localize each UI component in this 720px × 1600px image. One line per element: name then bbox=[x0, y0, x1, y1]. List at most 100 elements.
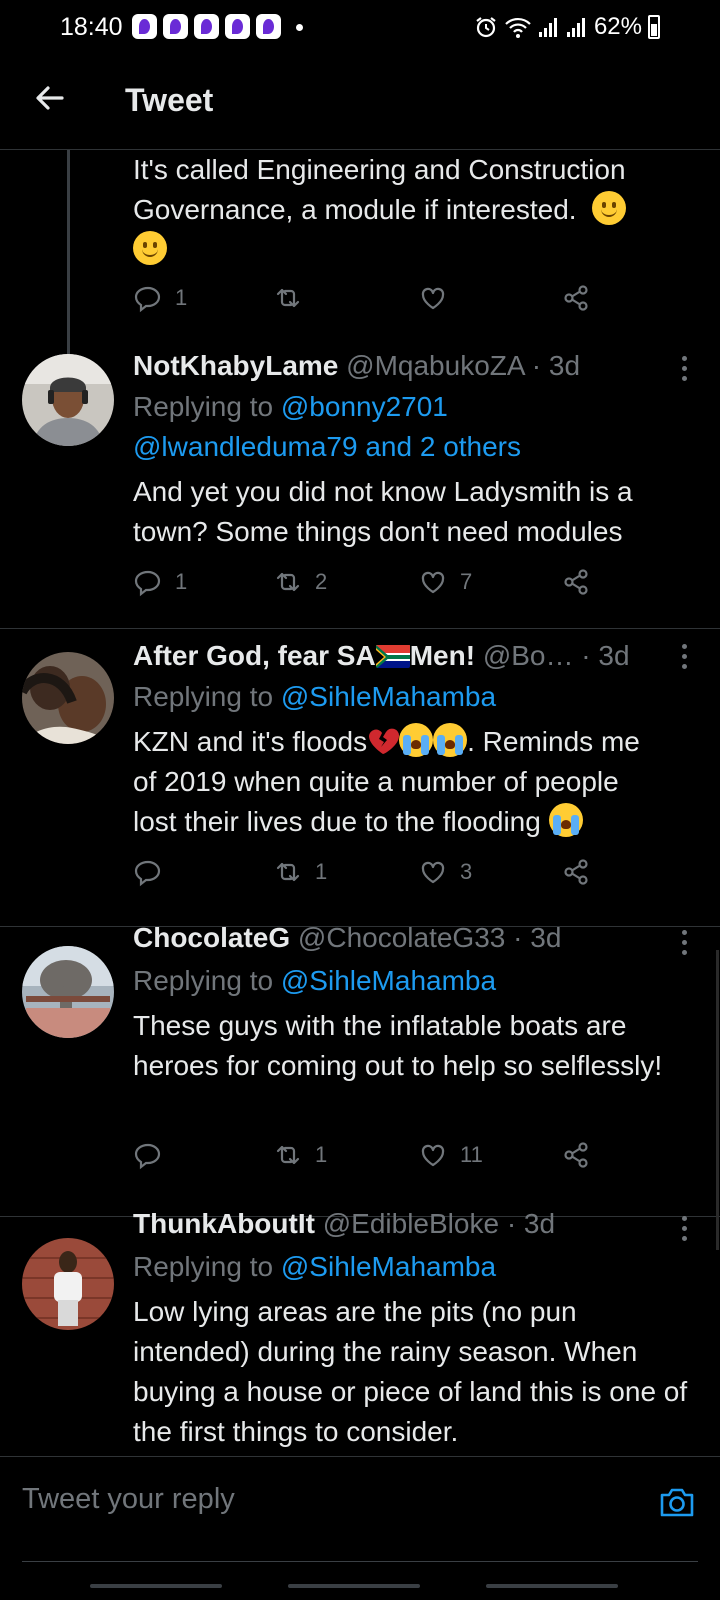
reply-icon bbox=[134, 860, 161, 887]
retweet-button[interactable]: 1 bbox=[273, 857, 327, 887]
retweet-count: 1 bbox=[315, 1142, 328, 1167]
like-button[interactable]: 3 bbox=[418, 857, 472, 887]
replying-to: Replying to @SihleMahamba bbox=[133, 961, 496, 1001]
tweet-text: Low lying areas are the pits (no pun int… bbox=[133, 1296, 688, 1447]
camera-icon[interactable] bbox=[658, 1485, 696, 1521]
author-name[interactable]: NotKhabyLame bbox=[133, 350, 338, 381]
south-africa-flag-emoji bbox=[375, 644, 410, 668]
alarm-icon bbox=[476, 17, 496, 38]
tweet-time: · 3d bbox=[506, 1208, 556, 1239]
tweet-time: · 3d bbox=[513, 922, 562, 953]
share-icon bbox=[564, 1142, 588, 1168]
crying-face-emoji bbox=[399, 723, 434, 757]
retweet-button[interactable]: 1 bbox=[273, 1140, 327, 1170]
avatar[interactable] bbox=[22, 652, 114, 744]
like-count: 7 bbox=[460, 569, 473, 594]
tweet-text-part: Governance, a module if interested. bbox=[133, 194, 577, 225]
retweet-icon bbox=[276, 862, 300, 882]
like-button[interactable] bbox=[418, 283, 460, 313]
p-app-icon bbox=[132, 14, 157, 39]
more-options-icon[interactable] bbox=[682, 356, 688, 382]
share-button[interactable] bbox=[561, 283, 591, 313]
p-app-icon bbox=[225, 14, 250, 39]
crying-face-emoji bbox=[433, 723, 468, 757]
arrow-left-icon[interactable] bbox=[32, 80, 68, 116]
mention-link[interactable]: @lwandleduma79 and 2 others bbox=[133, 431, 521, 462]
tweet-text-part: . Reminds me bbox=[467, 726, 640, 757]
mention-link[interactable]: @SihleMahamba bbox=[281, 965, 496, 996]
replying-to-label: Replying to bbox=[133, 391, 274, 422]
tweet-text: And yet you did not know Ladysmith is a … bbox=[133, 476, 633, 547]
smiling-face-emoji bbox=[592, 191, 627, 225]
tweet-actions: 1 bbox=[133, 283, 603, 317]
tweet-text-line: It's called Engineering and Construction bbox=[133, 154, 626, 185]
retweet-icon bbox=[276, 288, 300, 308]
tweet-header: After God, fear SA Men! @Bo… · 3d bbox=[133, 640, 630, 672]
author-handle[interactable]: @Bo… bbox=[483, 640, 574, 671]
author-handle[interactable]: @MqabukoZA bbox=[346, 350, 524, 381]
reply-button[interactable]: 1 bbox=[133, 283, 187, 313]
author-handle[interactable]: @ChocolateG33 bbox=[298, 922, 505, 953]
mention-link[interactable]: @SihleMahamba bbox=[281, 1251, 496, 1282]
reply-input[interactable]: Tweet your reply bbox=[22, 1483, 235, 1516]
retweet-button[interactable] bbox=[273, 283, 315, 313]
author-name[interactable]: ThunkAboutIt bbox=[133, 1208, 315, 1239]
share-icon bbox=[564, 859, 588, 885]
avatar[interactable] bbox=[22, 946, 114, 1038]
like-count: 3 bbox=[460, 859, 473, 884]
share-button[interactable] bbox=[561, 567, 591, 597]
tweet-actions: 1 3 bbox=[133, 857, 603, 891]
reply-button[interactable] bbox=[133, 857, 175, 887]
nav-recents-button[interactable] bbox=[90, 1584, 222, 1588]
reply-input-underline bbox=[22, 1561, 698, 1562]
heart-icon bbox=[421, 861, 445, 884]
replying-to-label: Replying to bbox=[133, 681, 274, 712]
mention-link[interactable]: @SihleMahamba bbox=[281, 681, 496, 712]
tweet-text-part: lost their lives due to the flooding bbox=[133, 806, 541, 837]
more-options-icon[interactable] bbox=[682, 1216, 688, 1242]
retweet-icon bbox=[276, 572, 300, 592]
tweet-text: KZN and it's floods . Reminds me of 2019 … bbox=[133, 722, 713, 842]
tweet-time: · 3d bbox=[581, 640, 630, 671]
more-options-icon[interactable] bbox=[682, 644, 688, 670]
tweet-header: ChocolateG @ChocolateG33 · 3d bbox=[133, 922, 561, 954]
author-name[interactable]: After God, fear SA Men! bbox=[133, 640, 475, 671]
tweet-text-line bbox=[133, 230, 703, 270]
share-icon bbox=[564, 285, 588, 311]
tweet-text: These guys with the inflatable boats are… bbox=[133, 1010, 663, 1081]
replying-to-label: Replying to bbox=[133, 1251, 274, 1282]
tweet-text-part: KZN and it's floods bbox=[133, 726, 368, 757]
share-button[interactable] bbox=[561, 857, 591, 887]
more-options-icon[interactable] bbox=[682, 930, 688, 956]
heart-icon bbox=[421, 571, 445, 594]
status-time: 18:40 bbox=[60, 13, 123, 41]
avatar-image bbox=[22, 652, 114, 744]
thread-connector-line bbox=[67, 150, 70, 355]
reply-button[interactable]: 1 bbox=[133, 567, 187, 597]
tweet-header: NotKhabyLame @MqabukoZA · 3d bbox=[133, 350, 580, 382]
tweet-time: · 3d bbox=[531, 350, 581, 381]
author-name[interactable]: ChocolateG bbox=[133, 922, 290, 953]
avatar[interactable] bbox=[22, 1238, 114, 1330]
reply-button[interactable] bbox=[133, 1140, 175, 1170]
nav-back-button[interactable] bbox=[486, 1584, 618, 1588]
scrollbar[interactable] bbox=[716, 950, 719, 1250]
nav-home-button[interactable] bbox=[288, 1584, 420, 1588]
author-handle[interactable]: @EdibleBloke bbox=[323, 1208, 499, 1239]
like-button[interactable]: 11 bbox=[418, 1140, 483, 1170]
wifi-icon bbox=[505, 17, 531, 38]
reply-icon bbox=[134, 1143, 161, 1170]
mention-link[interactable]: @bonny2701 bbox=[281, 391, 448, 422]
retweet-button[interactable]: 2 bbox=[273, 567, 327, 597]
tweet-actions: 1 11 bbox=[133, 1140, 603, 1174]
replying-to: Replying to @SihleMahamba bbox=[133, 1247, 496, 1287]
tweet-header: ThunkAboutIt @EdibleBloke · 3d bbox=[133, 1208, 555, 1240]
tweet-text-line: of 2019 when quite a number of people bbox=[133, 766, 619, 797]
share-button[interactable] bbox=[561, 1140, 591, 1170]
avatar-image bbox=[22, 1238, 114, 1330]
avatar-image bbox=[22, 354, 114, 446]
like-button[interactable]: 7 bbox=[418, 567, 472, 597]
smiling-face-emoji bbox=[133, 231, 167, 265]
reply-count: 1 bbox=[175, 569, 188, 594]
avatar[interactable] bbox=[22, 354, 114, 446]
